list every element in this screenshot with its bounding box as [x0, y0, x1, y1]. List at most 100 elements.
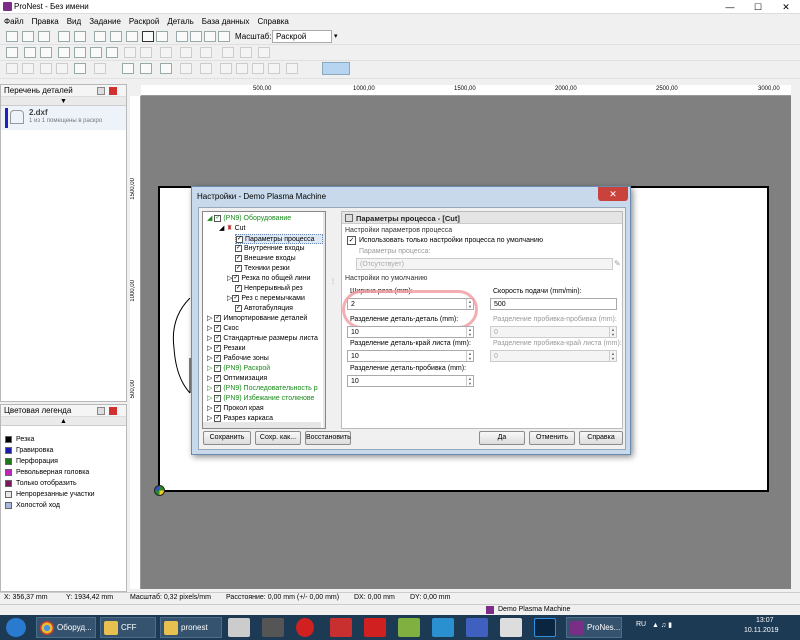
tree-item[interactable]: ▷ ✓ Прокол края [207, 404, 264, 414]
menu-file[interactable]: Файл [0, 15, 28, 29]
tree-item[interactable]: ✓ Внутренние входы [235, 244, 305, 254]
tree-item[interactable]: ✓ Техники резки [235, 264, 290, 274]
part-list-icon[interactable] [94, 31, 106, 42]
tree-item[interactable]: ▷ ✓ Импортирование деталей [207, 314, 307, 324]
print-icon[interactable] [58, 31, 70, 42]
new-icon[interactable] [6, 31, 18, 42]
preview-icon[interactable] [74, 31, 86, 42]
lead-icon[interactable] [222, 47, 234, 58]
save-settings-button[interactable]: Сохранить [203, 431, 251, 445]
media-icon[interactable] [228, 618, 250, 637]
grid-icon[interactable] [106, 47, 118, 58]
tree-item[interactable]: ▷ ✓ Рабочие зоны [207, 354, 269, 364]
dialog-close-button[interactable]: ✕ [598, 187, 628, 201]
restore-button[interactable]: Восстановить [305, 431, 351, 445]
tree-item[interactable]: ▷✓ Рез с перемычками [227, 294, 305, 304]
undo-icon[interactable] [6, 63, 18, 74]
mail-icon[interactable] [74, 63, 86, 74]
step-icon[interactable] [140, 47, 152, 58]
menu-help[interactable]: Справка [253, 15, 292, 29]
tree-item[interactable]: ▷ ✓ (PN9) Последовательность р [207, 384, 318, 394]
open-icon[interactable] [22, 31, 34, 42]
path-icon[interactable] [200, 47, 212, 58]
close-icon[interactable] [109, 87, 117, 95]
zoom-all-icon[interactable] [218, 31, 230, 42]
ok-button[interactable]: Да [479, 431, 525, 445]
yandex-icon[interactable] [364, 618, 386, 637]
rotate-icon[interactable] [6, 47, 18, 58]
redo-icon[interactable] [22, 63, 34, 74]
language-indicator[interactable]: RU [636, 621, 646, 628]
play-icon[interactable] [124, 47, 136, 58]
tree-item[interactable]: ▷ ✓ Скос [207, 324, 239, 334]
center-icon[interactable] [200, 63, 212, 74]
cancel-button[interactable]: Отменить [529, 431, 575, 445]
clock-time[interactable]: 13:07 [756, 617, 774, 624]
cut-clip-icon[interactable] [40, 63, 52, 74]
tree-item[interactable]: ▷ ✓ (PN9) Раскрой [207, 364, 270, 374]
app-icon-grey[interactable] [500, 618, 522, 637]
app-icon-blue[interactable] [466, 618, 488, 637]
save-as-button[interactable]: Сохр. как... [255, 431, 301, 445]
taskbar-pronest-app[interactable]: ProNes... [566, 617, 622, 638]
menu-nest[interactable]: Раскрой [125, 15, 163, 29]
snap-icon[interactable] [180, 63, 192, 74]
tree-item-selected[interactable]: ✓ Параметры процесса [235, 234, 323, 244]
menu-edit[interactable]: Правка [28, 15, 63, 29]
tree-item[interactable]: ✓ Непрерывный рез [235, 284, 303, 294]
part-part-input[interactable]: 10 ▲ ▼ [347, 326, 474, 338]
tree-item[interactable]: ▷ ✓ Стандартные размеры листа [207, 334, 318, 344]
skype-icon[interactable] [432, 618, 454, 637]
part-item[interactable]: 2.dxf 1 из 1 помещены в раскро [1, 106, 126, 130]
chevron-down-icon[interactable]: ▾ [334, 32, 338, 40]
top-icon[interactable] [252, 63, 264, 74]
chip-icon[interactable] [262, 618, 284, 637]
menu-job[interactable]: Задание [85, 15, 125, 29]
zoom-out-icon[interactable] [190, 31, 202, 42]
zoom-fit-icon[interactable] [204, 31, 216, 42]
clock-date[interactable]: 10.11.2019 [744, 627, 779, 634]
tree-vertical-scrollbar[interactable] [323, 212, 325, 428]
step-size-icon[interactable] [286, 63, 298, 74]
edit-pencil-icon[interactable]: ✎ [614, 259, 621, 268]
process-params-select[interactable]: (Отсутствует) [356, 258, 613, 270]
photoshop-icon[interactable] [534, 618, 556, 637]
app-icon-red[interactable] [330, 618, 352, 637]
report-icon[interactable] [110, 31, 122, 42]
menu-database[interactable]: База данных [198, 15, 254, 29]
close-button[interactable]: ✕ [772, 0, 800, 14]
layout-icon[interactable] [122, 63, 134, 74]
align-icon[interactable] [90, 47, 102, 58]
settings-icon[interactable] [126, 31, 138, 42]
app-icon-green[interactable] [398, 618, 420, 637]
right-icon[interactable] [236, 63, 248, 74]
tree-item[interactable]: ▷ ✓ Оптимизация [207, 374, 267, 384]
start-icon[interactable] [6, 618, 26, 637]
taskbar-chrome[interactable]: Оборуд... [36, 617, 96, 638]
feed-rate-input[interactable]: 500 [490, 298, 617, 310]
taskbar-pronest-folder[interactable]: pronest [160, 617, 222, 638]
use-default-checkbox[interactable]: ✓ [347, 236, 356, 245]
tray-icons[interactable]: ▲ ♫ ▮ [652, 621, 672, 629]
paste-icon[interactable] [56, 63, 68, 74]
pin-icon[interactable] [97, 87, 105, 95]
tree-item[interactable]: ▷ ✓ Резаки [207, 344, 246, 354]
cut-icon[interactable] [240, 47, 252, 58]
zoom-in-icon[interactable] [176, 31, 188, 42]
select-tool-icon[interactable] [142, 31, 154, 42]
sequence-icon[interactable] [160, 47, 172, 58]
tree-item[interactable]: ◢ ✓ (PN9) Оборудование [207, 214, 291, 224]
tree-item[interactable]: ▷✓ Резка по общей лини [227, 274, 311, 284]
opera-icon[interactable] [296, 618, 314, 637]
taskbar-cff[interactable]: CFF [100, 617, 156, 638]
collapse-toggle[interactable]: ▲ [1, 417, 126, 426]
splitter-handle[interactable]: ⋮ [330, 278, 336, 298]
collapse-toggle[interactable]: ▼ [1, 97, 126, 106]
help-button[interactable]: Справка [579, 431, 623, 445]
menu-part[interactable]: Деталь [163, 15, 197, 29]
vertical-scrollbar[interactable] [792, 96, 800, 589]
step-size-field[interactable] [322, 62, 350, 75]
array-icon[interactable] [74, 47, 86, 58]
bottom-icon[interactable] [268, 63, 280, 74]
left-icon[interactable] [220, 63, 232, 74]
